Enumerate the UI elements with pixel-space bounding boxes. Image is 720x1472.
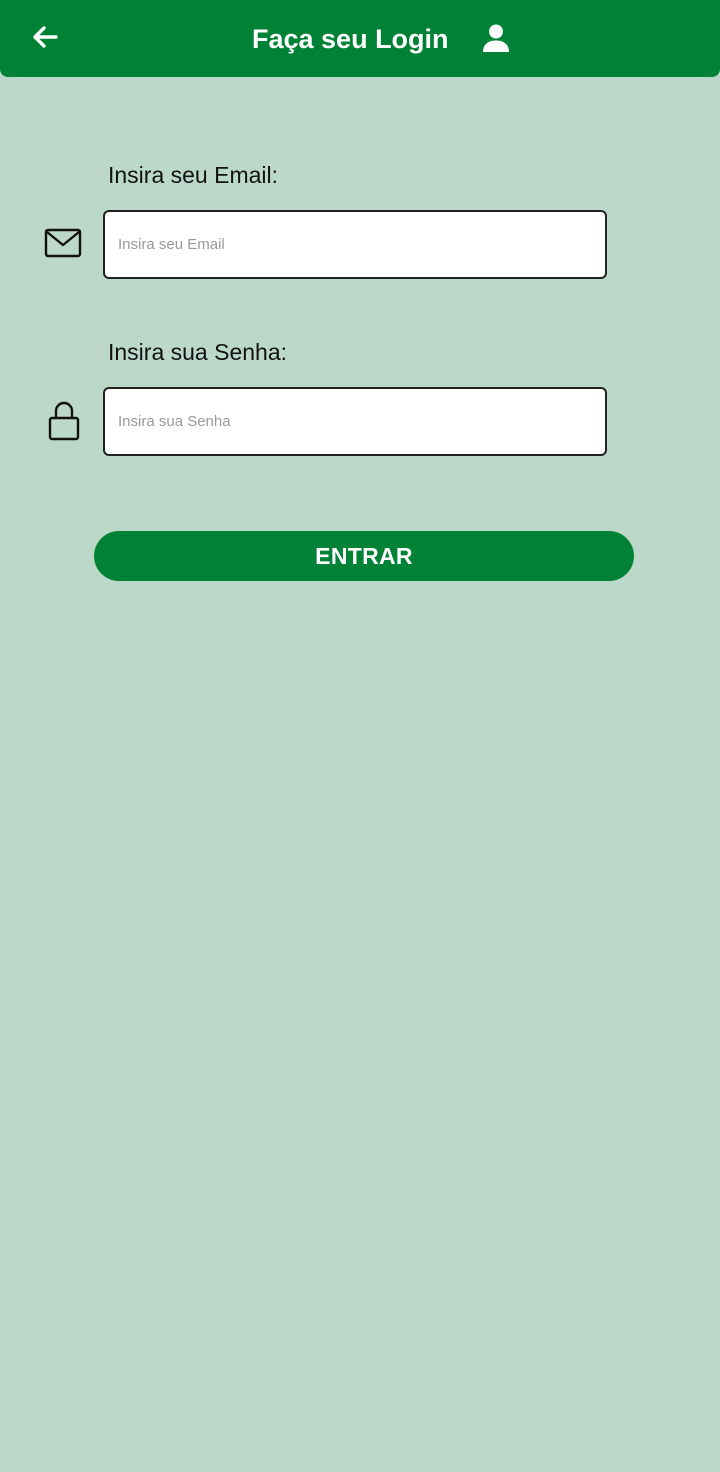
lock-icon bbox=[47, 400, 81, 447]
mail-icon bbox=[44, 228, 82, 263]
email-label: Insira seu Email: bbox=[108, 162, 279, 188]
password-input[interactable] bbox=[103, 387, 607, 456]
password-label: Insira sua Senha: bbox=[108, 339, 288, 365]
app-header: Faça seu Login bbox=[0, 0, 720, 77]
back-button[interactable] bbox=[30, 22, 62, 52]
user-icon bbox=[483, 24, 509, 52]
arrow-left-icon bbox=[33, 26, 58, 48]
email-input[interactable] bbox=[103, 210, 607, 279]
page-title: Faça seu Login bbox=[252, 24, 449, 54]
enter-button[interactable]: ENTRAR bbox=[94, 531, 634, 581]
profile-button[interactable] bbox=[481, 23, 511, 53]
